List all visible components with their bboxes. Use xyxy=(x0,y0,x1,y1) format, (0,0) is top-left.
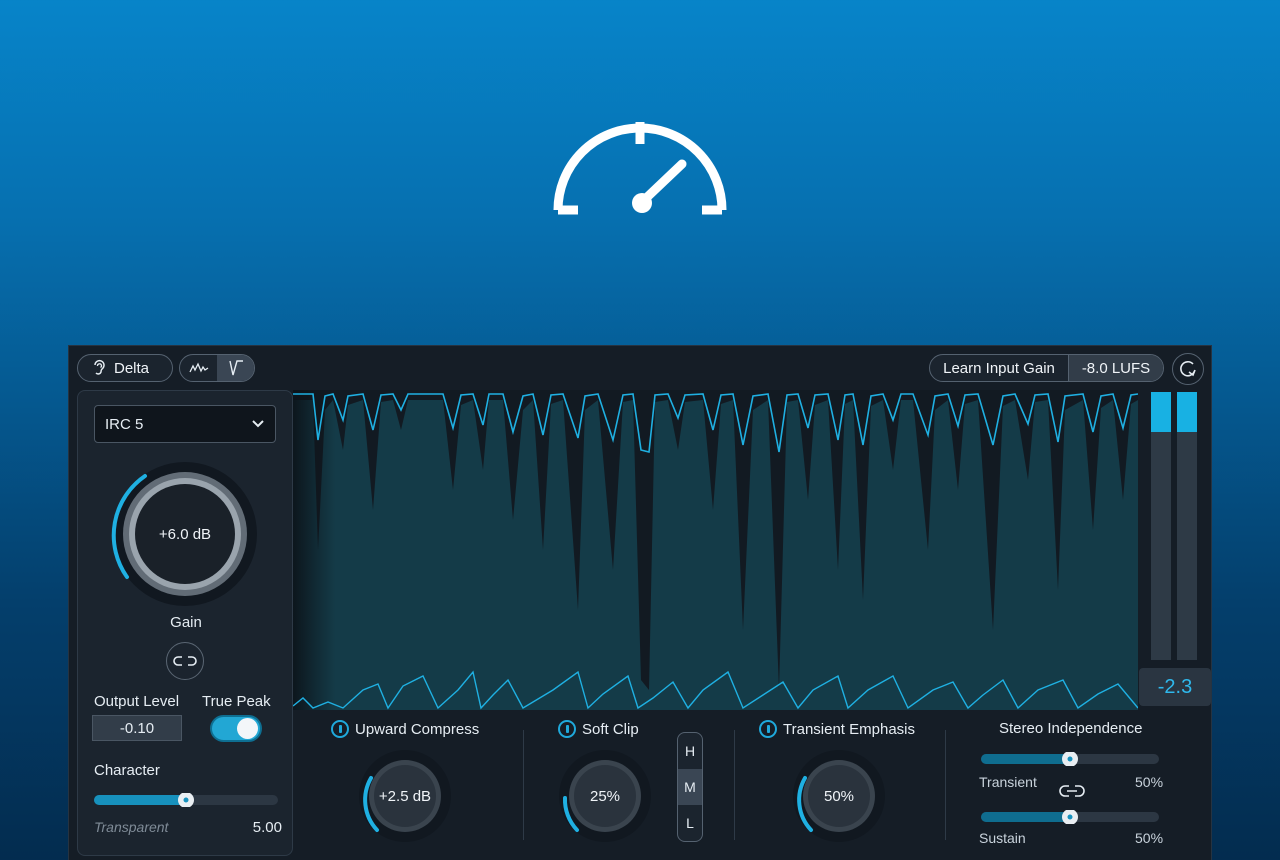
speedometer-icon xyxy=(553,122,727,215)
meter-right-fill xyxy=(1177,392,1197,432)
refresh-icon xyxy=(1180,360,1196,377)
module-divider xyxy=(734,730,735,840)
soft-clip-knob[interactable]: 25% xyxy=(557,748,653,844)
waveform-view-button[interactable] xyxy=(180,355,217,381)
sustain-stereo-value: 50% xyxy=(1135,830,1164,846)
stereo-independence-label: Stereo Independence xyxy=(999,720,1143,737)
waveform-icon xyxy=(188,362,208,373)
toolbar: Delta Learn Input Gain -8.0 LUFS xyxy=(69,346,1211,388)
transient-emphasis-label: Transient Emphasis xyxy=(783,720,915,738)
character-slider-fill xyxy=(94,795,186,805)
sustain-stereo-slider[interactable] xyxy=(981,810,1159,824)
gain-knob[interactable]: +6.0 dB xyxy=(108,457,262,611)
gain-label: Gain xyxy=(170,614,202,631)
delta-label: Delta xyxy=(114,359,150,377)
character-slider-thumb-dot xyxy=(183,797,189,803)
waveform-display xyxy=(293,390,1138,710)
transient-label: Transient xyxy=(979,774,1037,790)
sustain-label: Sustain xyxy=(979,830,1026,846)
upward-compress-header: Upward Compress xyxy=(331,720,479,738)
soft-clip-label: Soft Clip xyxy=(582,720,639,738)
soft-clip-value: 25% xyxy=(590,788,620,805)
soft-clip-header: Soft Clip xyxy=(558,720,639,738)
limiter-plugin: Delta Learn Input Gain -8.0 LUFS IRC 5 +… xyxy=(68,345,1212,860)
ear-icon xyxy=(94,359,105,375)
power-icon[interactable] xyxy=(558,720,576,738)
character-min-label: Transparent xyxy=(94,819,169,835)
modules-strip: Upward Compress +2.5 dB Soft Clip 25% H … xyxy=(293,710,1211,860)
transient-emphasis-header: Transient Emphasis xyxy=(759,720,915,738)
output-meters: -2.3 xyxy=(1139,390,1211,710)
gain-link-button[interactable] xyxy=(166,642,204,680)
delta-button[interactable]: Delta xyxy=(77,354,173,382)
reset-button[interactable] xyxy=(1172,353,1204,385)
character-slider[interactable] xyxy=(94,793,278,807)
module-divider xyxy=(523,730,524,840)
module-divider xyxy=(945,730,946,840)
chevron-down-icon xyxy=(252,420,264,428)
toggle-thumb xyxy=(237,718,258,739)
transient-emphasis-value: 50% xyxy=(824,788,854,805)
link-icon[interactable] xyxy=(1059,784,1085,798)
band-selector: H M L xyxy=(677,732,703,842)
view-toggle xyxy=(179,354,255,382)
character-value: 5.00 xyxy=(252,819,282,836)
transfer-view-button[interactable] xyxy=(217,355,254,381)
meter-right xyxy=(1177,392,1197,660)
transient-stereo-slider[interactable] xyxy=(981,752,1159,766)
transfer-curve-icon xyxy=(228,360,243,376)
band-l-button[interactable]: L xyxy=(678,805,702,841)
upward-compress-knob[interactable]: +2.5 dB xyxy=(357,748,453,844)
mode-select-value: IRC 5 xyxy=(105,415,144,433)
link-icon xyxy=(173,656,197,666)
power-icon[interactable] xyxy=(759,720,777,738)
true-peak-label: True Peak xyxy=(202,693,271,710)
band-h-button[interactable]: H xyxy=(678,733,702,769)
transient-emphasis-knob[interactable]: 50% xyxy=(791,748,887,844)
transient-stereo-value: 50% xyxy=(1135,774,1164,790)
gain-value: +6.0 dB xyxy=(159,526,211,543)
output-level-field[interactable]: -0.10 xyxy=(92,715,182,741)
power-icon[interactable] xyxy=(331,720,349,738)
meter-left xyxy=(1151,392,1171,660)
main-controls-panel: IRC 5 +6.0 dB Gain Output Level True Pea… xyxy=(77,390,293,856)
learn-input-gain-group: Learn Input Gain -8.0 LUFS xyxy=(929,354,1164,382)
band-m-button[interactable]: M xyxy=(678,769,702,805)
character-label: Character xyxy=(94,762,160,779)
upward-compress-value: +2.5 dB xyxy=(379,788,431,805)
mode-select[interactable]: IRC 5 xyxy=(94,405,276,443)
meter-left-fill xyxy=(1151,392,1171,432)
learn-input-gain-button[interactable]: Learn Input Gain xyxy=(930,355,1068,381)
upward-compress-label: Upward Compress xyxy=(355,720,480,738)
true-peak-toggle[interactable] xyxy=(210,715,262,742)
lufs-target-value[interactable]: -8.0 LUFS xyxy=(1068,355,1163,381)
meter-readout: -2.3 xyxy=(1139,668,1211,706)
output-level-label: Output Level xyxy=(94,693,180,710)
